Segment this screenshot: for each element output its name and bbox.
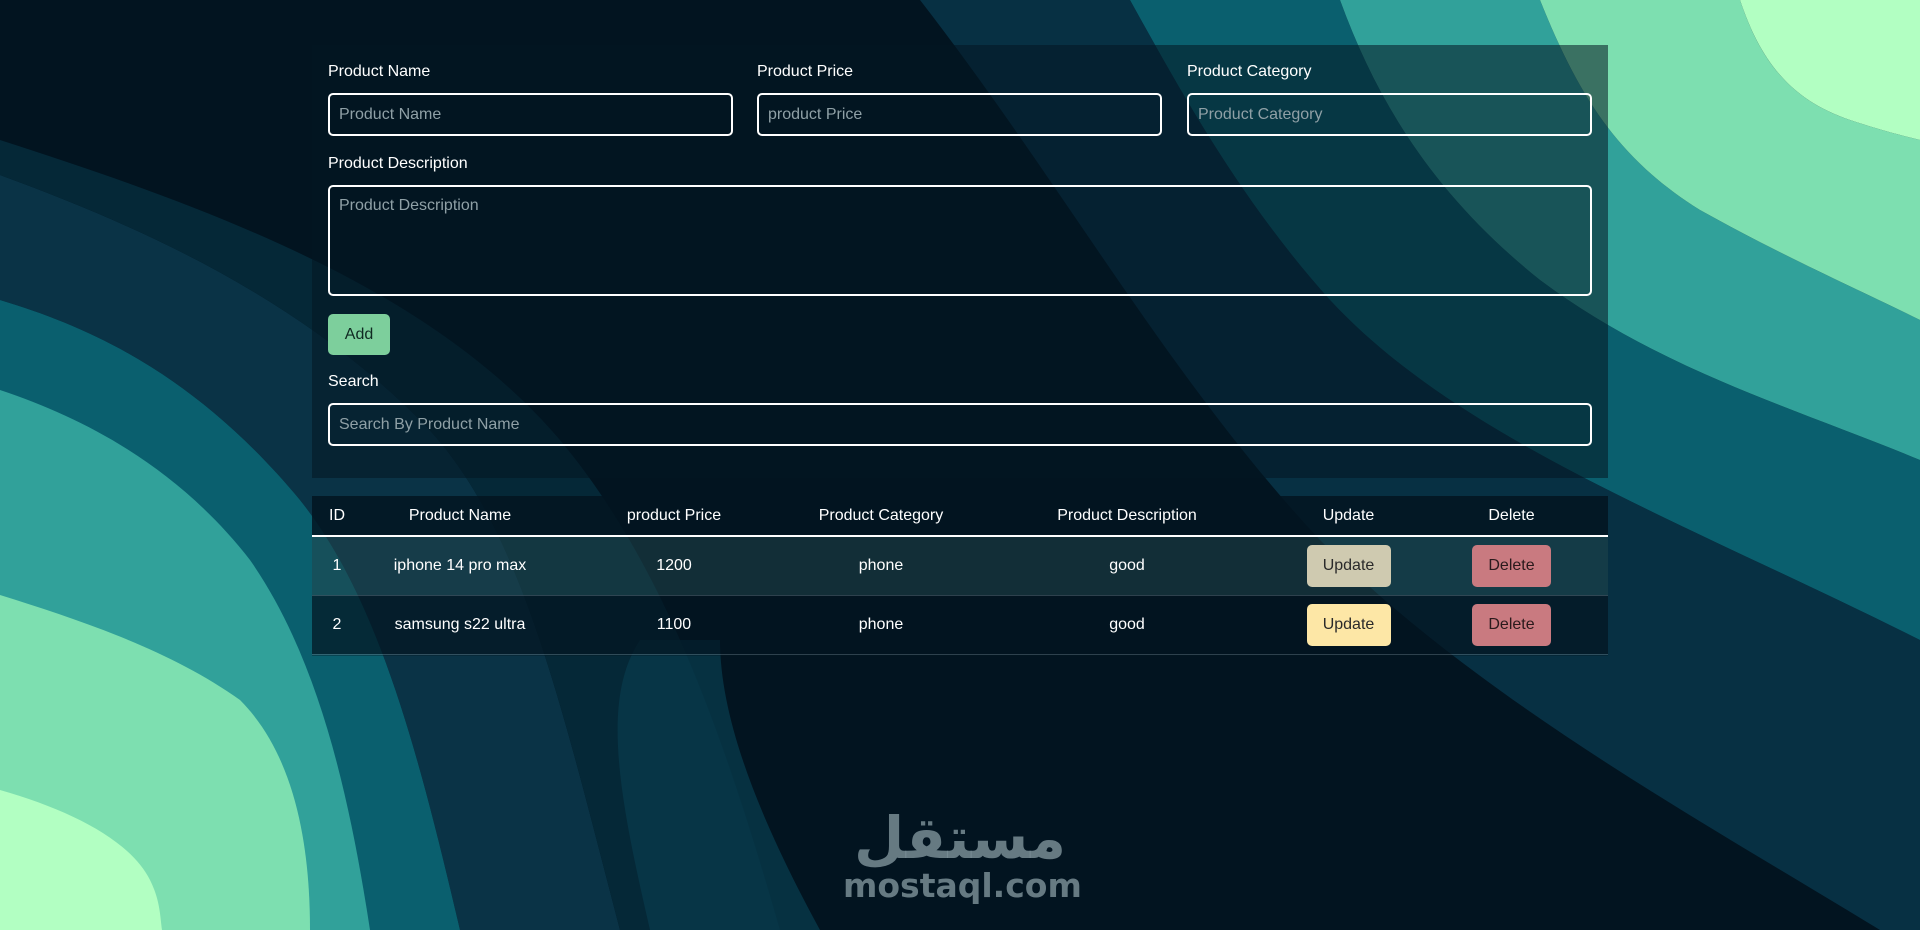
product-name-input[interactable] <box>328 93 733 136</box>
search-input[interactable] <box>328 403 1592 446</box>
header-product-price: product Price <box>626 506 722 524</box>
product-category-label: Product Category <box>1187 63 1312 80</box>
table-header-row: ID Product Name product Price Product Ca… <box>312 496 1608 536</box>
page: Product Name Product Price Product Categ… <box>0 0 1920 930</box>
cell-product-price: 1100 <box>656 615 692 633</box>
search-label: Search <box>328 373 379 390</box>
product-form-panel: Product Name Product Price Product Categ… <box>312 45 1608 478</box>
product-name-label: Product Name <box>328 63 431 80</box>
cell-product-description: good <box>1109 615 1145 633</box>
header-update: Update <box>1322 506 1375 524</box>
cell-product-name: samsung s22 ultra <box>394 615 526 633</box>
product-description-textarea[interactable] <box>328 185 1592 296</box>
header-id: ID <box>329 506 345 524</box>
header-product-description: Product Description <box>1057 506 1197 524</box>
products-table: ID Product Name product Price Product Ca… <box>312 496 1608 655</box>
update-button[interactable]: Update <box>1306 603 1391 646</box>
delete-button[interactable]: Delete <box>1472 603 1551 646</box>
product-category-input[interactable] <box>1187 93 1592 136</box>
add-product-button[interactable]: Add <box>328 314 390 355</box>
cell-product-category: phone <box>858 615 904 633</box>
cell-update: Update <box>1282 536 1415 595</box>
cell-product-price: 1200 <box>656 556 692 574</box>
watermark-latin-text: mostaql.com <box>843 866 1082 905</box>
cell-product-name: iphone 14 pro max <box>393 556 527 574</box>
table-row: 2 samsung s22 ultra 1100 phone good Upda… <box>312 595 1608 654</box>
product-description-label: Product Description <box>328 155 468 172</box>
header-product-category: Product Category <box>818 506 944 524</box>
header-delete: Delete <box>1488 506 1535 524</box>
cell-delete: Delete <box>1415 536 1608 595</box>
cell-product-description: good <box>1109 556 1145 574</box>
cell-product-category: phone <box>858 556 904 574</box>
table-row: 1 iphone 14 pro max 1200 phone good Upda… <box>312 536 1608 595</box>
update-button[interactable]: Update <box>1306 544 1391 587</box>
product-price-input[interactable] <box>757 93 1162 136</box>
cell-id: 2 <box>332 615 342 633</box>
product-price-label: Product Price <box>757 63 854 80</box>
mostaql-watermark: مستقل mostaql.com <box>843 804 1082 905</box>
delete-button[interactable]: Delete <box>1472 544 1551 587</box>
products-table-panel: ID Product Name product Price Product Ca… <box>312 496 1608 656</box>
watermark-arabic-text: مستقل <box>853 804 1067 872</box>
cell-update: Update <box>1282 595 1415 654</box>
cell-id: 1 <box>332 556 342 574</box>
cell-delete: Delete <box>1415 595 1608 654</box>
header-product-name: Product Name <box>408 506 512 524</box>
